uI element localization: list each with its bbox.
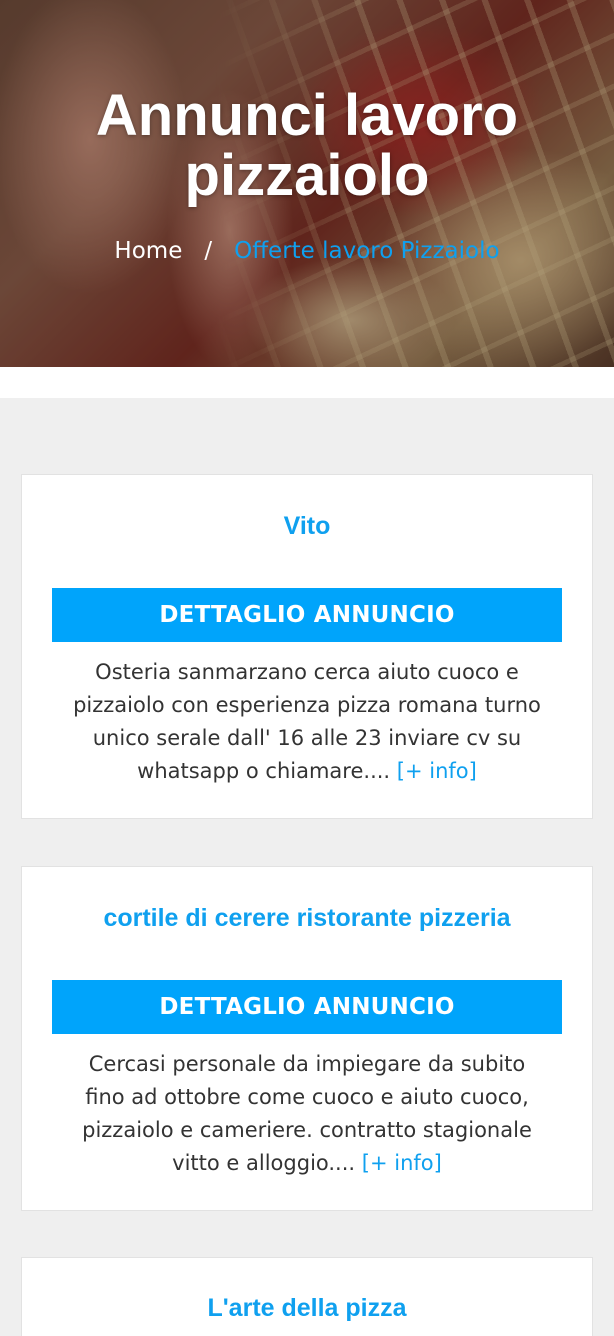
listing-detail-button[interactable]: DETTAGLIO ANNUNCIO bbox=[52, 588, 562, 642]
job-listing-card: cortile di cerere ristorante pizzeria DE… bbox=[21, 866, 593, 1211]
breadcrumb-home-link[interactable]: Home bbox=[114, 238, 182, 264]
breadcrumb-current-link[interactable]: Offerte lavoro Pizzaiolo bbox=[234, 238, 499, 264]
listing-title-link[interactable]: cortile di cerere ristorante pizzeria bbox=[22, 904, 592, 933]
listing-description: Cercasi personale da impiegare da subito… bbox=[82, 1052, 532, 1175]
page-title: Annunci lavoro pizzaiolo bbox=[0, 86, 614, 206]
page-title-line-1: Annunci lavoro bbox=[95, 83, 519, 148]
listing-more-info-link[interactable]: [+ info] bbox=[362, 1151, 442, 1175]
job-listing-card: L'arte della pizza bbox=[21, 1257, 593, 1336]
hero-bottom-band bbox=[0, 367, 614, 398]
listing-title-link[interactable]: L'arte della pizza bbox=[22, 1294, 592, 1323]
listing-detail-button[interactable]: DETTAGLIO ANNUNCIO bbox=[52, 980, 562, 1034]
listing-description: Osteria sanmarzano cerca aiuto cuoco e p… bbox=[73, 660, 541, 783]
breadcrumb: Home / Offerte lavoro Pizzaiolo bbox=[0, 236, 614, 266]
page-title-line-2: pizzaiolo bbox=[184, 143, 430, 208]
breadcrumb-separator: / bbox=[204, 238, 213, 264]
job-listing-card: Vito DETTAGLIO ANNUNCIO Osteria sanmarza… bbox=[21, 474, 593, 819]
listing-more-info-link[interactable]: [+ info] bbox=[397, 759, 477, 783]
hero-banner: Annunci lavoro pizzaiolo Home / Offerte la… bbox=[0, 0, 614, 367]
listing-title-link[interactable]: Vito bbox=[22, 512, 592, 541]
